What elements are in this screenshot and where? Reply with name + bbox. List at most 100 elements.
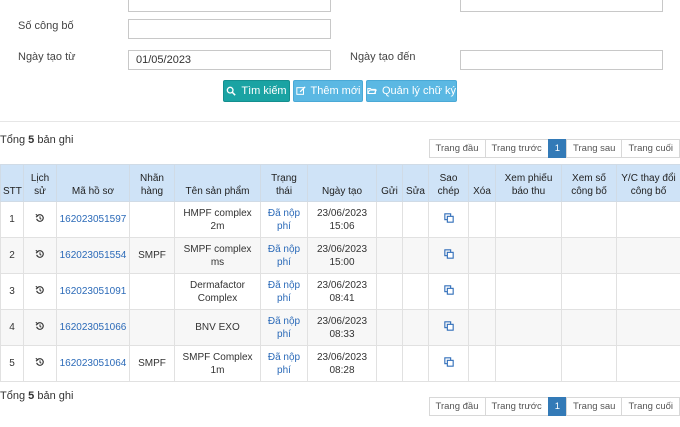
cell-sao-chep[interactable] [428,345,469,382]
copy-icon[interactable] [443,213,454,225]
cell-nhan-hang [129,309,175,346]
cell-xoa [468,309,496,346]
count-prefix: Tổng [0,134,26,146]
search-icon [227,86,237,96]
cell-ngay-tao: 23/06/2023 08:33 [307,309,377,346]
cell-stt: 2 [0,237,24,274]
cell-history[interactable] [23,309,57,346]
cell-history[interactable] [23,273,57,310]
search-button[interactable]: Tìm kiếm [223,80,290,102]
cell-xem-phieu [495,309,562,346]
cell-trang-thai[interactable]: Đã nộp phí [260,345,308,382]
cell-ma-ho-so[interactable]: 162023051597 [56,201,130,238]
history-icon[interactable] [35,321,45,333]
cell-sao-chep[interactable] [428,201,469,238]
count-value: 5 [28,134,35,146]
count-suffix: bản ghi [37,390,74,402]
header-ngay-tao: Ngày tạo [307,164,377,202]
pager-prev[interactable]: Trang trước [484,139,549,158]
so-cong-bo-input[interactable] [128,19,331,39]
copy-icon[interactable] [443,321,454,333]
ngay-tao-den-input[interactable] [460,50,663,70]
cell-trang-thai[interactable]: Đã nộp phí [260,273,308,310]
pager-current[interactable]: 1 [547,397,568,416]
cell-xoa [468,201,496,238]
cell-nhan-hang: SMPF [129,237,175,274]
ngay-tao-tu-label: Ngày tạo từ [18,51,76,63]
cell-trang-thai[interactable]: Đã nộp phí [260,309,308,346]
pager-next[interactable]: Trang sau [566,139,623,158]
history-icon[interactable] [35,285,45,297]
top-input-1[interactable] [128,0,331,12]
cell-gui [376,273,403,310]
cell-ma-ho-so[interactable]: 162023051091 [56,273,130,310]
copy-icon[interactable] [443,285,454,297]
cell-trang-thai[interactable]: Đã nộp phí [260,201,308,238]
pagination-top: Trang đầu Trang trước 1 Trang sau Trang … [428,139,680,158]
cell-gui [376,309,403,346]
cell-trang-thai[interactable]: Đã nộp phí [260,237,308,274]
cell-sua [402,309,429,346]
cell-sua [402,201,429,238]
cell-xoa [468,345,496,382]
cell-xem-phieu [495,345,562,382]
pager-prev[interactable]: Trang trước [484,397,549,416]
pager-last[interactable]: Trang cuối [621,139,680,158]
count-suffix: bản ghi [37,134,74,146]
cell-history[interactable] [23,201,57,238]
cell-nhan-hang [129,201,175,238]
cell-sua [402,345,429,382]
cell-xem-so [561,237,617,274]
cell-history[interactable] [23,345,57,382]
cell-stt: 1 [0,201,24,238]
cell-stt: 3 [0,273,24,310]
copy-icon[interactable] [443,357,454,369]
cell-ma-ho-so[interactable]: 162023051066 [56,309,130,346]
record-count-top: Tổng 5 bản ghi [0,134,73,146]
history-icon[interactable] [35,357,45,369]
header-lich-su: Lịch sử [23,164,57,202]
cell-nhan-hang [129,273,175,310]
header-ten-san-pham: Tên sản phẩm [174,164,261,202]
cell-xem-phieu [495,273,562,310]
cell-ten-san-pham: Dermafactor Complex [174,273,261,310]
add-button[interactable]: Thêm mới [293,80,363,102]
cell-sao-chep[interactable] [428,273,469,310]
table-header: STT Lịch sử Mã hồ sơ Nhãn hàng Tên sản p… [0,164,680,202]
pager-next[interactable]: Trang sau [566,397,623,416]
header-xoa: Xóa [468,164,496,202]
cell-yc [616,309,680,346]
cell-sao-chep[interactable] [428,309,469,346]
copy-icon[interactable] [443,249,454,261]
header-xem-so: Xem số công bố [561,164,617,202]
pager-first[interactable]: Trang đầu [428,139,486,158]
cell-sao-chep[interactable] [428,237,469,274]
cell-history[interactable] [23,237,57,274]
cell-ma-ho-so[interactable]: 162023051064 [56,345,130,382]
edit-icon [295,86,306,95]
history-icon[interactable] [35,249,45,261]
cell-ma-ho-so[interactable]: 162023051554 [56,237,130,274]
cell-stt: 5 [0,345,24,382]
history-icon[interactable] [35,213,45,225]
signature-button-label: Quản lý chữ ký [382,85,457,97]
table-body: 1 162023051597 HMPF complex 2m Đã nộp phí 23… [0,201,680,382]
table-row: 4 162023051066 BNV EXO Đã nộp phí 23/06/2023… [0,309,680,346]
pagination-bottom: Trang đầu Trang trước 1 Trang sau Trang … [428,397,680,416]
header-nhan-hang: Nhãn hàng [129,164,175,202]
ngay-tao-den-label: Ngày tạo đến [350,51,416,63]
count-prefix: Tổng [0,390,26,402]
ngay-tao-tu-input[interactable]: 01/05/2023 [128,50,331,70]
cell-ten-san-pham: HMPF complex 2m [174,201,261,238]
cell-ngay-tao: 23/06/2023 15:06 [307,201,377,238]
pager-last[interactable]: Trang cuối [621,397,680,416]
pager-first[interactable]: Trang đầu [428,397,486,416]
cell-xem-so [561,273,617,310]
header-yc: Y/C thay đổi công bố [616,164,680,202]
cell-xem-so [561,201,617,238]
records-table: STT Lịch sử Mã hồ sơ Nhãn hàng Tên sản p… [0,164,680,382]
signature-manage-button[interactable]: Quản lý chữ ký [366,80,457,102]
top-input-2[interactable] [460,0,663,12]
cell-ten-san-pham: BNV EXO [174,309,261,346]
pager-current[interactable]: 1 [547,139,568,158]
